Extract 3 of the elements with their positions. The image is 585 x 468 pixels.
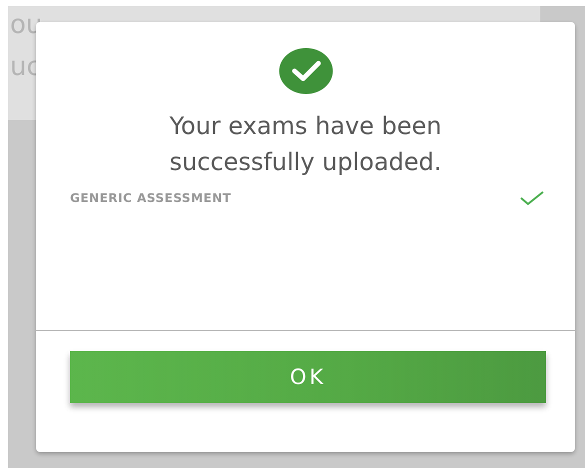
dialog-title: Your exams have been successfully uploaded. [168,111,443,178]
exam-name: GENERIC ASSESSMENT [70,191,232,205]
ok-button[interactable]: OK [70,351,546,403]
